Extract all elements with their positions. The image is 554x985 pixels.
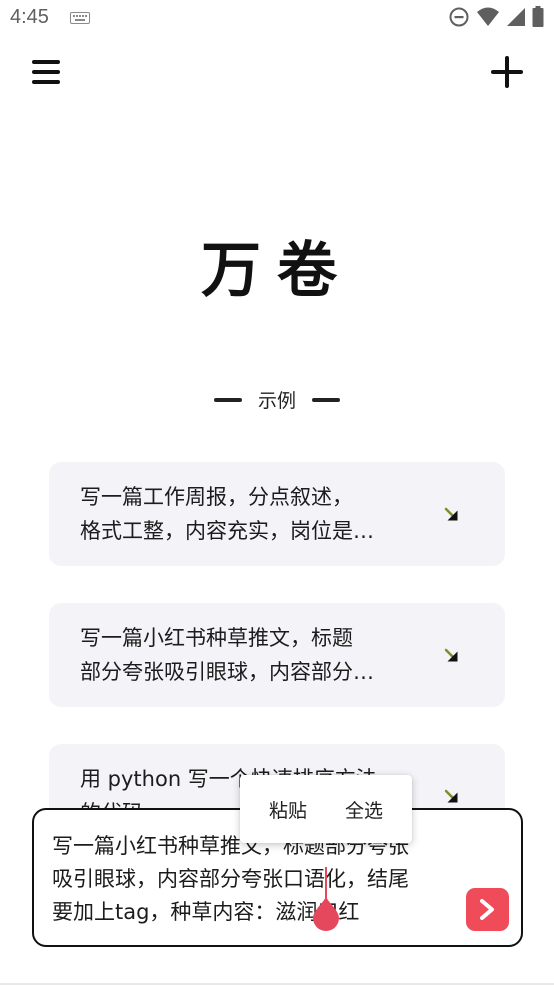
paste-menu-item[interactable]: 粘贴 — [263, 790, 313, 829]
examples-title: 示例 — [257, 390, 296, 412]
prompt-input-text[interactable]: 写一篇小红书种草推文，标题部分夸张 吸引眼球，内容部分夸张口语化，结尾 要加上t… — [52, 830, 457, 929]
example-card-text: 写一篇小红书种草推文，标题 部分夸张吸引眼球，内容部分… — [80, 621, 420, 689]
arrow-down-right-icon — [444, 507, 458, 521]
app-logo: 万卷 — [201, 236, 353, 306]
example-card-2[interactable]: 写一篇小红书种草推文，标题 部分夸张吸引眼球，内容部分… — [49, 603, 505, 707]
header-dash-left — [213, 397, 242, 402]
status-time: 4:45 — [10, 6, 49, 28]
prompt-input-line: 要加上tag，种草内容：滋润口红 — [52, 900, 360, 924]
example-card-line: 写一篇工作周报，分点叙述， — [80, 485, 353, 509]
keyboard-icon — [70, 12, 90, 24]
signal-icon — [507, 8, 525, 26]
send-button[interactable] — [466, 888, 509, 931]
menu-button[interactable] — [28, 54, 66, 90]
prompt-input-line: 吸引眼球，内容部分夸张口语化，结尾 — [52, 867, 409, 891]
example-card-1[interactable]: 写一篇工作周报，分点叙述， 格式工整，内容充实，岗位是… — [49, 462, 505, 566]
example-card-line: 写一篇小红书种草推文，标题 — [80, 626, 353, 650]
arrow-down-right-icon — [444, 648, 458, 662]
example-card-line: 部分夸张吸引眼球，内容部分… — [80, 660, 374, 684]
battery-icon — [532, 6, 544, 27]
plus-icon — [491, 56, 523, 88]
selection-handle[interactable] — [311, 897, 341, 931]
chevron-right-icon — [480, 899, 494, 920]
status-bar: 4:45 — [0, 0, 554, 38]
do-not-disturb-icon — [449, 7, 469, 27]
example-card-text: 写一篇工作周报，分点叙述， 格式工整，内容充实，岗位是… — [80, 480, 420, 548]
add-button[interactable] — [486, 52, 528, 94]
text-context-menu: 粘贴 全选 — [240, 775, 412, 843]
header-dash-right — [312, 397, 340, 402]
wifi-icon — [477, 7, 499, 26]
example-card-line: 格式工整，内容充实，岗位是… — [80, 519, 374, 543]
arrow-down-right-icon — [444, 789, 458, 803]
status-icons — [448, 6, 544, 28]
select-all-menu-item[interactable]: 全选 — [339, 790, 389, 829]
hamburger-menu-icon — [32, 60, 60, 84]
examples-header: 示例 — [0, 386, 554, 413]
